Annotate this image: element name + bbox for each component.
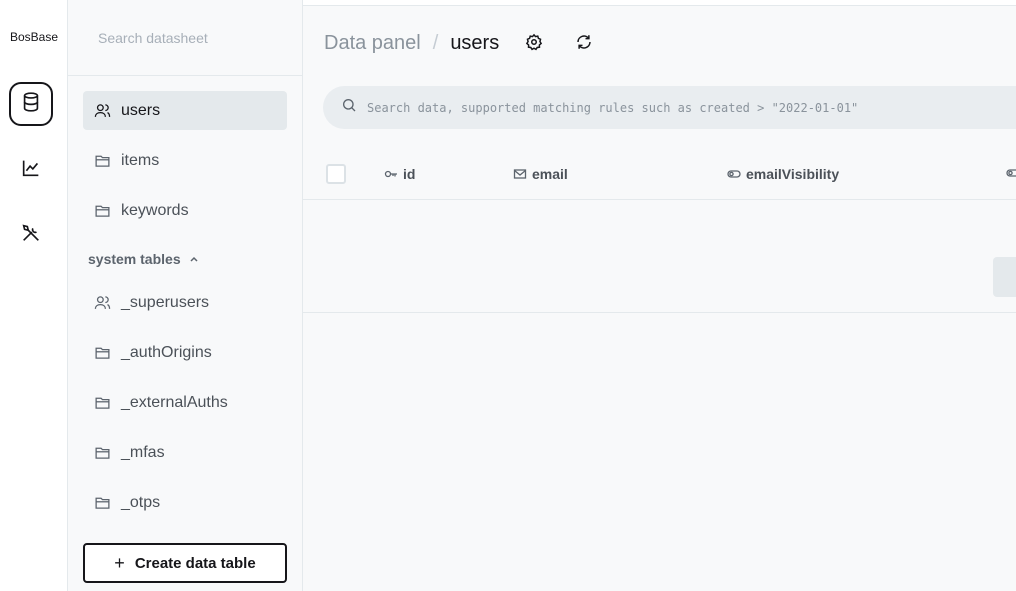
nav-rail: BosBase — [0, 0, 68, 591]
column-header-partial[interactable] — [1006, 166, 1016, 180]
chart-line-icon — [20, 157, 42, 184]
sidebar-item-authorigins[interactable]: _authOrigins — [83, 333, 287, 372]
sidebar-item-label: items — [121, 151, 160, 169]
folder-icon — [93, 444, 111, 462]
sidebar-item-label: _otps — [121, 493, 161, 511]
select-all-checkbox[interactable] — [326, 164, 346, 184]
sidebar-search-input[interactable] — [98, 28, 288, 48]
toggle-icon — [727, 167, 741, 181]
sidebar-item-label: _mfas — [121, 443, 165, 461]
column-label: email — [532, 166, 568, 182]
key-icon — [384, 167, 398, 181]
gear-icon — [525, 33, 543, 56]
search-icon — [341, 97, 357, 118]
chevron-up-icon — [189, 254, 199, 264]
column-header-emailvisibility[interactable]: emailVisibility — [727, 166, 839, 182]
column-header-id[interactable]: id — [384, 166, 415, 182]
toggle-icon — [1006, 166, 1016, 180]
breadcrumb-current: users — [450, 32, 500, 54]
column-label: id — [403, 166, 416, 182]
tools-icon — [20, 222, 42, 249]
nav-logs-button[interactable] — [9, 148, 53, 192]
sidebar-item-label: _authOrigins — [121, 343, 212, 361]
sidebar-item-label: keywords — [121, 201, 189, 219]
refresh-button[interactable] — [573, 33, 595, 55]
breadcrumb: Data panel / users — [324, 32, 499, 55]
records-table-header: id email emailVisibility — [303, 150, 1016, 200]
empty-state-button[interactable] — [993, 257, 1016, 297]
records-search-bar[interactable] — [323, 86, 1016, 129]
nav-settings-button[interactable] — [9, 213, 53, 257]
collections-sidebar: users items keywords system tables _supe… — [68, 0, 303, 591]
plus-icon: + — [114, 553, 125, 573]
nav-collections-button[interactable] — [9, 82, 53, 126]
sidebar-item-keywords[interactable]: keywords — [83, 191, 287, 230]
sidebar-search — [68, 0, 302, 76]
records-search-input[interactable] — [367, 100, 1016, 115]
column-label: emailVisibility — [746, 166, 840, 182]
sidebar-item-label: _externalAuths — [121, 393, 228, 411]
users-icon — [93, 294, 111, 312]
column-header-email[interactable]: email — [513, 166, 568, 182]
brand-logo: BosBase — [9, 30, 59, 44]
sidebar-item-items[interactable]: items — [83, 141, 287, 180]
folder-icon — [93, 394, 111, 412]
system-tables-toggle[interactable]: system tables — [88, 251, 199, 267]
collection-settings-button[interactable] — [523, 33, 545, 55]
sidebar-item-users[interactable]: users — [83, 91, 287, 130]
create-button-label: Create data table — [134, 554, 256, 572]
sidebar-item-externalauths[interactable]: _externalAuths — [83, 383, 287, 422]
sidebar-item-label: _superusers — [121, 293, 210, 311]
records-table-body — [303, 200, 1016, 313]
section-title-label: system tables — [88, 251, 181, 267]
folder-icon — [93, 202, 111, 220]
create-data-table-button[interactable]: + Create data table — [83, 543, 287, 583]
database-icon — [20, 91, 42, 118]
mail-icon — [513, 167, 527, 181]
breadcrumb-root: Data panel — [324, 32, 421, 54]
main-panel: Data panel / users id email emailVisibil… — [303, 0, 1016, 591]
folder-icon — [93, 152, 111, 170]
top-strip — [303, 0, 1016, 6]
folder-icon — [93, 344, 111, 362]
users-icon — [93, 102, 111, 120]
refresh-icon — [575, 33, 593, 56]
sidebar-item-otps[interactable]: _otps — [83, 483, 287, 522]
folder-icon — [93, 494, 111, 512]
breadcrumb-separator: / — [432, 32, 439, 54]
sidebar-item-label: users — [121, 101, 161, 119]
sidebar-item-mfas[interactable]: _mfas — [83, 433, 287, 472]
sidebar-item-superusers[interactable]: _superusers — [83, 283, 287, 322]
